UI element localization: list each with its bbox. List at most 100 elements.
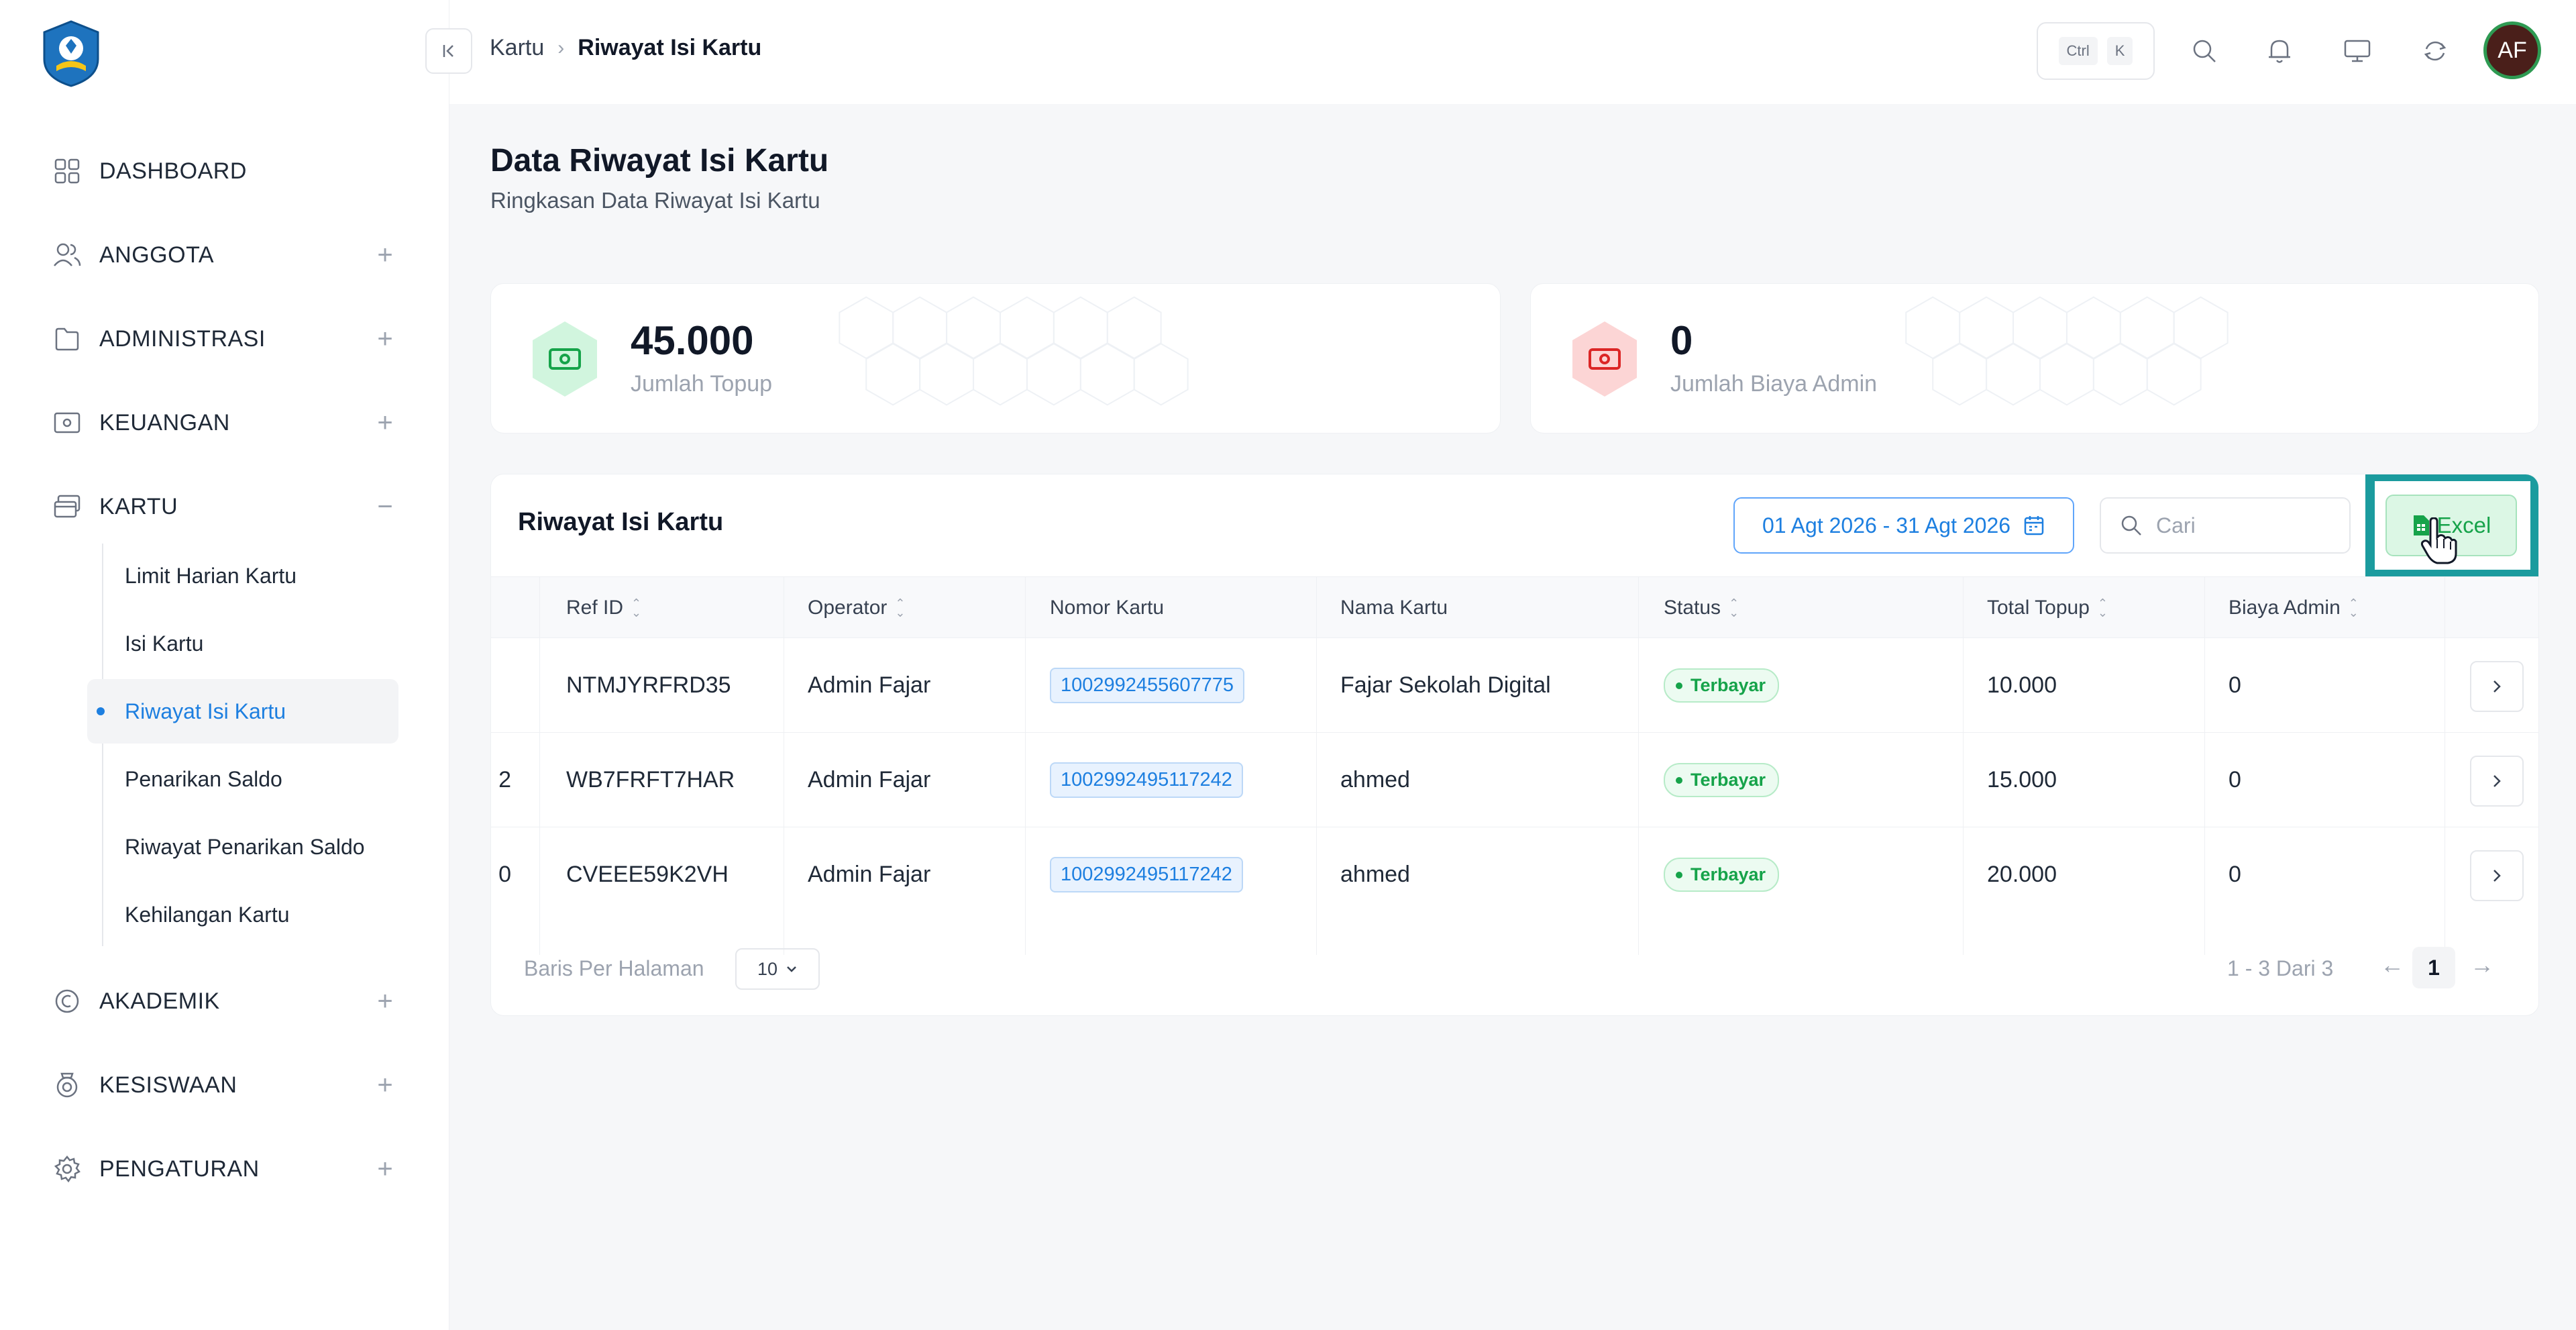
- cell-operator: Admin Fajar: [808, 767, 931, 792]
- stat-card-jumlah-biaya-admin: 0 Jumlah Biaya Admin: [1530, 283, 2539, 433]
- row-detail-button[interactable]: [2470, 661, 2524, 712]
- sidebar-item-dashboard[interactable]: DASHBOARD: [50, 148, 398, 195]
- riwayat-table-card: Riwayat Isi Kartu 01 Agt 2026 - 31 Agt 2…: [490, 474, 2539, 1016]
- search-icon: [2121, 515, 2141, 535]
- table-row[interactable]: 2 WB7FRFT7HAR Admin Fajar 10029924951172…: [491, 733, 2538, 827]
- sidebar-item-label: KESISWAAN: [99, 1072, 237, 1098]
- kbd-ctrl: Ctrl: [2058, 37, 2098, 65]
- page-number-button[interactable]: 1: [2412, 947, 2455, 988]
- chevron-right-icon: ›: [557, 36, 565, 59]
- sidebar-item-label: KARTU: [99, 493, 178, 519]
- rows-per-page-select[interactable]: 10: [735, 948, 820, 990]
- sort-icon: ⌃ ⌄: [895, 596, 906, 619]
- stat-card-jumlah-topup: 45.000 Jumlah Topup: [490, 283, 1501, 433]
- sidebar-subitem-limit-harian-kartu[interactable]: Limit Harian Kartu: [87, 544, 398, 608]
- chevron-down-icon: [787, 966, 796, 972]
- money-icon: [50, 405, 85, 440]
- next-page-button[interactable]: →: [2470, 951, 2494, 979]
- rows-per-page-label: Baris Per Halaman: [524, 956, 704, 980]
- card-number-badge: 1002992455607775: [1050, 668, 1245, 703]
- column-header-biaya-admin[interactable]: Biaya Admin ⌃ ⌄: [2229, 577, 2359, 639]
- previous-page-button[interactable]: ←: [2380, 951, 2404, 979]
- table-title: Riwayat Isi Kartu: [518, 508, 724, 536]
- refresh-icon[interactable]: [2416, 32, 2454, 70]
- status-label: Terbayar: [1690, 675, 1766, 695]
- sidebar-item-kartu[interactable]: KARTU −: [50, 483, 398, 530]
- status-dot: [1676, 776, 1682, 784]
- expand-icon[interactable]: +: [372, 1070, 398, 1101]
- collapse-sidebar-icon: [443, 45, 453, 57]
- sidebar-subitem-riwayat-isi-kartu[interactable]: Riwayat Isi Kartu: [87, 679, 398, 744]
- sort-icon: ⌃ ⌄: [2348, 596, 2359, 619]
- cell-status: Terbayar: [1664, 638, 1780, 733]
- truncated-cell: 0: [498, 862, 511, 887]
- column-header-operator[interactable]: Operator ⌃ ⌄: [808, 577, 905, 639]
- chevron-right-icon: [2493, 775, 2501, 787]
- status-label: Terbayar: [1690, 770, 1766, 790]
- monitor-icon[interactable]: [2339, 32, 2376, 70]
- cell-operator: Admin Fajar: [808, 672, 931, 698]
- column-header-total-topup[interactable]: Total Topup ⌃ ⌄: [1987, 577, 2108, 639]
- sidebar-item-label: ANGGOTA: [99, 242, 214, 268]
- chevron-right-icon: [2493, 680, 2501, 693]
- status-label: Terbayar: [1690, 864, 1766, 884]
- collapse-sidebar-button[interactable]: [425, 28, 472, 74]
- sidebar-item-pengaturan[interactable]: PENGATURAN +: [50, 1145, 398, 1192]
- expand-icon[interactable]: +: [372, 1154, 398, 1184]
- column-header-label: Status: [1664, 597, 1721, 619]
- expand-icon[interactable]: +: [372, 324, 398, 354]
- row-detail-button[interactable]: [2470, 850, 2524, 901]
- cell-nomor-kartu: 1002992495117242: [1050, 827, 1243, 922]
- sidebar-item-kesiswaan[interactable]: KESISWAAN +: [50, 1062, 398, 1109]
- sidebar-subitem-penarikan-saldo[interactable]: Penarikan Saldo: [87, 747, 398, 811]
- column-header-status[interactable]: Status ⌃ ⌄: [1664, 577, 1739, 639]
- table-row[interactable]: NTMJYRFRD35 Admin Fajar 1002992455607775…: [491, 638, 2538, 733]
- avatar[interactable]: AF: [2483, 21, 2541, 79]
- table-row[interactable]: 0 CVEEE59K2VH Admin Fajar 10029924951172…: [491, 827, 2538, 922]
- cell-nama-kartu: Fajar Sekolah Digital: [1340, 672, 1551, 698]
- breadcrumb-current: Riwayat Isi Kartu: [578, 35, 762, 60]
- hand-cursor-icon: [2420, 517, 2457, 564]
- column-header-ref-id[interactable]: Ref ID ⌃ ⌄: [566, 577, 641, 639]
- breadcrumb: Kartu › Riwayat Isi Kartu: [490, 35, 761, 61]
- kbd-k: K: [2106, 37, 2133, 65]
- collapse-icon[interactable]: −: [372, 492, 398, 522]
- sidebar-item-keuangan[interactable]: KEUANGAN +: [50, 399, 398, 446]
- row-detail-button[interactable]: [2470, 756, 2524, 807]
- sidebar-subitem-kehilangan-kartu[interactable]: Kehilangan Kartu: [87, 882, 398, 947]
- sidebar-subitem-isi-kartu[interactable]: Isi Kartu: [87, 611, 398, 676]
- expand-icon[interactable]: +: [372, 986, 398, 1017]
- stat-label: Jumlah Topup: [631, 371, 773, 397]
- card-icon: [50, 489, 85, 524]
- sidebar-item-administrasi[interactable]: ADMINISTRASI +: [50, 315, 398, 362]
- sort-icon: ⌃ ⌄: [2097, 596, 2108, 619]
- date-range-picker[interactable]: 01 Agt 2026 - 31 Agt 2026: [1733, 497, 2074, 554]
- expand-icon[interactable]: +: [372, 408, 398, 438]
- cell-operator: Admin Fajar: [808, 862, 931, 887]
- stat-value: 0: [1670, 318, 1693, 363]
- bell-icon[interactable]: [2261, 32, 2298, 70]
- search-input[interactable]: [2156, 513, 2324, 538]
- grid-icon: [50, 154, 85, 189]
- sidebar-item-akademik[interactable]: AKADEMIK +: [50, 978, 398, 1025]
- column-header-label: Nomor Kartu: [1050, 597, 1165, 619]
- command-search-button[interactable]: Ctrl K: [2037, 22, 2155, 80]
- search-field[interactable]: [2100, 497, 2351, 554]
- expand-icon[interactable]: +: [372, 240, 398, 270]
- search-icon[interactable]: [2186, 32, 2223, 70]
- cell-biaya-admin: 0: [2229, 767, 2241, 792]
- column-header-label: Total Topup: [1987, 597, 2090, 619]
- student-icon: [50, 1068, 85, 1103]
- page-subtitle: Ringkasan Data Riwayat Isi Kartu: [490, 188, 820, 213]
- sidebar-subitem-riwayat-penarikan-saldo[interactable]: Riwayat Penarikan Saldo: [87, 815, 398, 879]
- cell-ref-id: WB7FRFT7HAR: [566, 767, 735, 792]
- school-logo[interactable]: [36, 19, 106, 89]
- status-badge: Terbayar: [1664, 668, 1780, 703]
- cash-icon: [533, 321, 597, 397]
- sidebar-item-anggota[interactable]: ANGGOTA +: [50, 232, 398, 278]
- breadcrumb-parent[interactable]: Kartu: [490, 35, 544, 61]
- rows-per-page-value: 10: [757, 958, 778, 979]
- cell-status: Terbayar: [1664, 733, 1780, 827]
- cell-status: Terbayar: [1664, 827, 1780, 922]
- folder-icon: [50, 321, 85, 356]
